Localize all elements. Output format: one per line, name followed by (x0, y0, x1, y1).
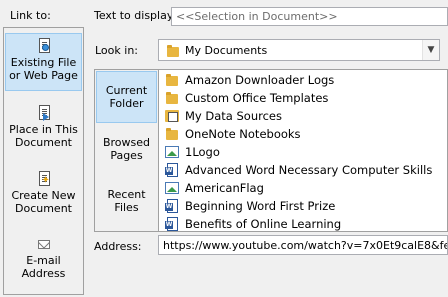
list-item[interactable]: Advanced Word Necessary Computer Skills (159, 161, 447, 179)
nav-browsed-pages[interactable]: Browsed Pages (96, 130, 157, 170)
address-input[interactable]: https://www.youtube.com/watch?v=7x0Et9ca… (158, 235, 448, 255)
nav-current-folder[interactable]: Current Folder (96, 71, 157, 123)
list-item[interactable]: OneNote Notebooks (159, 125, 447, 143)
list-item[interactable]: Benefits of Online Learning (159, 215, 447, 231)
link-to-item-label: E-mail Address (21, 254, 66, 280)
image-file-icon (164, 180, 180, 196)
folder-icon (165, 43, 181, 59)
chevron-down-icon[interactable]: ▼ (422, 40, 439, 60)
file-name: Amazon Downloader Logs (185, 73, 335, 87)
look-in-dropdown[interactable]: My Documents ▼ (158, 39, 440, 61)
file-name: Benefits of Online Learning (185, 217, 342, 231)
folder-icon (164, 126, 180, 142)
text-to-display-input[interactable]: <<Selection in Document>> (171, 7, 448, 26)
file-name: 1Logo (185, 145, 220, 159)
data-source-folder-icon (164, 108, 180, 124)
list-item[interactable]: Beginning Word First Prize (159, 197, 447, 215)
link-to-email-button[interactable]: E-mail Address (5, 233, 82, 283)
file-name: OneNote Notebooks (185, 127, 301, 141)
list-item[interactable]: AmericanFlag (159, 179, 447, 197)
word-document-icon (164, 216, 180, 231)
look-in-label: Look in: (95, 44, 138, 57)
file-name: AmericanFlag (185, 181, 264, 195)
link-to-label: Link to: (10, 9, 51, 22)
text-to-display-label: Text to display: (94, 9, 177, 22)
link-to-item-label: Create New Document (11, 189, 76, 215)
word-document-icon (164, 198, 180, 214)
list-item[interactable]: 1Logo (159, 143, 447, 161)
existing-file-icon (36, 38, 52, 54)
email-icon (36, 236, 52, 252)
file-name: Custom Office Templates (185, 91, 329, 105)
file-name: Advanced Word Necessary Computer Skills (185, 163, 433, 177)
look-in-value: My Documents (185, 44, 268, 57)
file-list[interactable]: Amazon Downloader Logs Custom Office Tem… (158, 69, 448, 232)
folder-icon (164, 90, 180, 106)
create-new-document-icon: ✦ (36, 171, 52, 187)
address-label: Address: (94, 240, 142, 253)
link-to-item-label: Existing File or Web Page (9, 56, 78, 82)
link-to-item-label: Place in This Document (9, 123, 78, 149)
file-name: My Data Sources (185, 109, 282, 123)
link-to-place-in-document-button[interactable]: Place in This Document (5, 102, 82, 152)
list-item[interactable]: My Data Sources (159, 107, 447, 125)
list-item[interactable]: Custom Office Templates (159, 89, 447, 107)
image-file-icon (164, 144, 180, 160)
nav-recent-files[interactable]: Recent Files (96, 182, 157, 222)
list-item[interactable]: Amazon Downloader Logs (159, 71, 447, 89)
link-to-create-new-document-button[interactable]: ✦ Create New Document (5, 168, 82, 218)
folder-icon (164, 72, 180, 88)
word-document-icon (164, 162, 180, 178)
link-to-panel: Existing File or Web Page Place in This … (3, 27, 84, 295)
link-to-existing-file-button[interactable]: Existing File or Web Page (5, 33, 82, 91)
file-name: Beginning Word First Prize (185, 199, 336, 213)
place-in-document-icon (36, 105, 52, 121)
browse-nav-panel: Current Folder Browsed Pages Recent File… (94, 69, 159, 232)
